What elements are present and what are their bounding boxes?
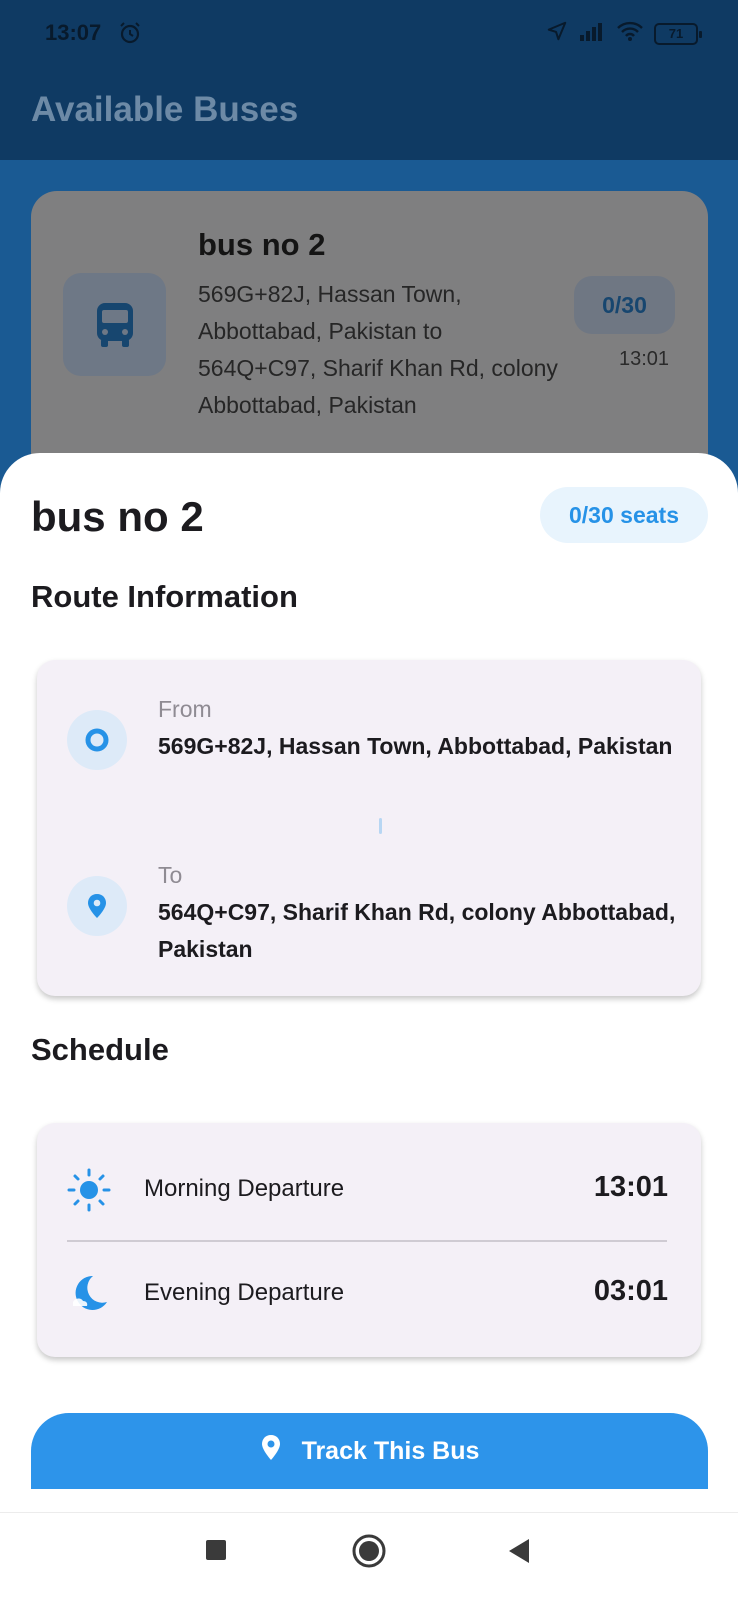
status-time: 13:07 bbox=[45, 20, 102, 45]
from-label: From bbox=[158, 696, 212, 722]
location-arrow-icon bbox=[546, 20, 568, 47]
morning-departure-time: 13:01 bbox=[593, 1171, 668, 1203]
system-nav-bar bbox=[0, 1512, 738, 1600]
evening-departure-label: Evening Departure bbox=[144, 1279, 345, 1306]
schedule-section-title: Schedule bbox=[31, 1032, 169, 1067]
moon-icon bbox=[67, 1272, 111, 1316]
alarm-icon bbox=[118, 21, 142, 50]
to-value: 564Q+C97, Sharif Khan Rd, colony Abbotta… bbox=[158, 899, 676, 962]
page-title: Available Buses bbox=[31, 90, 299, 129]
signal-icon bbox=[578, 20, 606, 47]
schedule-divider bbox=[67, 1240, 667, 1242]
departure-time: 13:01 bbox=[619, 348, 670, 370]
app-bar: Available Buses bbox=[0, 70, 738, 160]
schedule-card: Morning Departure 13:01 Evening Departur… bbox=[37, 1123, 701, 1357]
recents-button[interactable] bbox=[204, 1538, 228, 1567]
status-bar: 13:07 71 bbox=[0, 0, 738, 70]
wifi-icon bbox=[616, 20, 644, 47]
morning-departure-label: Morning Departure bbox=[144, 1175, 345, 1202]
route-card: From 569G+82J, Hassan Town, Abbottabad, … bbox=[37, 660, 701, 996]
track-bus-button[interactable]: Track This Bus bbox=[31, 1413, 708, 1489]
sun-icon bbox=[67, 1168, 111, 1212]
back-button[interactable] bbox=[507, 1537, 531, 1570]
origin-circle-icon bbox=[67, 710, 127, 770]
bus-details-sheet: bus no 2 0/30 seats Route Information Fr… bbox=[0, 453, 738, 1600]
bus-icon bbox=[63, 273, 166, 376]
to-label: To bbox=[158, 862, 183, 888]
home-button[interactable] bbox=[351, 1533, 387, 1574]
battery-indicator: 71 bbox=[654, 22, 702, 45]
bus-title: bus no 2 bbox=[198, 227, 326, 262]
bus-route: 569G+82J, Hassan Town, Abbottabad, Pakis… bbox=[198, 281, 558, 418]
evening-departure-time: 03:01 bbox=[593, 1275, 668, 1307]
seats-chip: 0/30 seats bbox=[540, 487, 708, 543]
route-connector bbox=[379, 818, 382, 834]
location-pin-icon bbox=[67, 876, 127, 936]
schedule-row: Evening Departure 03:01 bbox=[37, 1259, 701, 1329]
sheet-title: bus no 2 bbox=[31, 493, 204, 540]
from-value: 569G+82J, Hassan Town, Abbottabad, Pakis… bbox=[158, 733, 673, 759]
route-section-title: Route Information bbox=[31, 579, 298, 614]
schedule-row: Morning Departure 13:01 bbox=[37, 1155, 701, 1225]
track-bus-label: Track This Bus bbox=[301, 1436, 480, 1465]
status-icons: 71 bbox=[546, 20, 702, 47]
bus-list-item[interactable]: bus no 2 569G+82J, Hassan Town, Abbottab… bbox=[31, 191, 708, 481]
location-pin-icon bbox=[260, 1434, 282, 1469]
seat-count-badge: 0/30 bbox=[574, 276, 675, 334]
